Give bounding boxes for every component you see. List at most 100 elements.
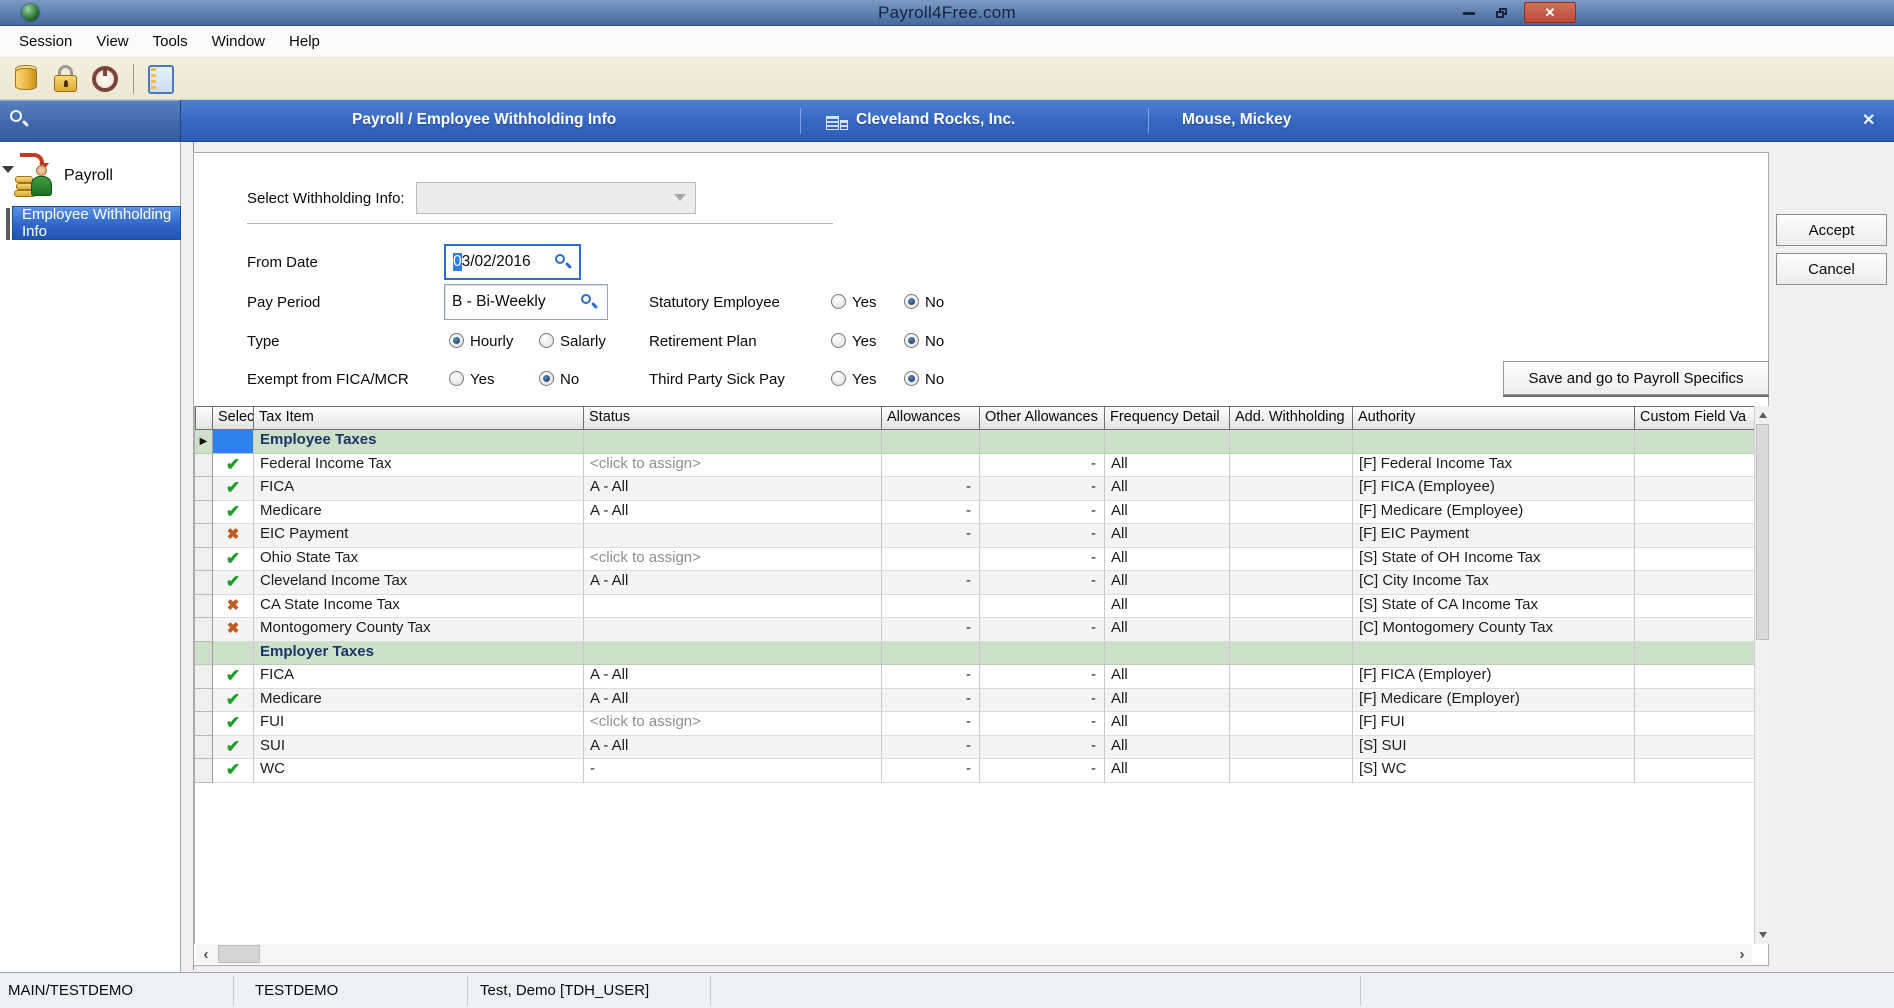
- status-cell[interactable]: [584, 524, 882, 548]
- add-withholding-cell[interactable]: [1230, 454, 1353, 478]
- status-cell[interactable]: A - All: [584, 571, 882, 595]
- other-allowances-cell[interactable]: -: [980, 571, 1105, 595]
- row-indicator-cell[interactable]: [195, 595, 213, 619]
- custom-field-cell[interactable]: [1635, 736, 1755, 760]
- add-withholding-cell[interactable]: [1230, 736, 1353, 760]
- check-icon[interactable]: ✔: [213, 454, 254, 478]
- row-indicator-cell[interactable]: [195, 477, 213, 501]
- tax-item-cell[interactable]: FICA: [254, 665, 584, 689]
- frequency-detail-cell[interactable]: All: [1105, 571, 1230, 595]
- row-indicator-cell[interactable]: [195, 501, 213, 525]
- status-cell[interactable]: <click to assign>: [584, 548, 882, 572]
- tax-row[interactable]: ✔MedicareA - All--All[F] Medicare (Emplo…: [195, 689, 1769, 713]
- frequency-detail-cell[interactable]: All: [1105, 618, 1230, 642]
- authority-cell[interactable]: [F] Medicare (Employee): [1353, 501, 1635, 525]
- row-indicator-cell[interactable]: [195, 642, 213, 666]
- select-cell[interactable]: [213, 642, 254, 666]
- frequency-detail-cell[interactable]: All: [1105, 595, 1230, 619]
- authority-cell[interactable]: [S] State of CA Income Tax: [1353, 595, 1635, 619]
- custom-field-cell[interactable]: [1635, 571, 1755, 595]
- add-withholding-cell[interactable]: [1230, 548, 1353, 572]
- authority-cell[interactable]: [F] Medicare (Employer): [1353, 689, 1635, 713]
- custom-field-cell[interactable]: [1635, 759, 1755, 783]
- status-cell[interactable]: A - All: [584, 689, 882, 713]
- scroll-down-icon[interactable]: [1755, 926, 1770, 944]
- row-indicator-cell[interactable]: [195, 454, 213, 478]
- check-icon[interactable]: ✔: [213, 477, 254, 501]
- authority-cell[interactable]: [S] WC: [1353, 759, 1635, 783]
- status-cell[interactable]: [584, 618, 882, 642]
- add-withholding-cell[interactable]: [1230, 759, 1353, 783]
- row-indicator-cell[interactable]: [195, 759, 213, 783]
- x-icon[interactable]: ✖: [213, 595, 254, 619]
- row-indicator-cell[interactable]: [195, 689, 213, 713]
- close-view-icon[interactable]: ✕: [1862, 110, 1875, 130]
- add-withholding-cell[interactable]: [1230, 595, 1353, 619]
- from-date-input[interactable]: 03/02/2016: [444, 244, 581, 280]
- custom-field-cell[interactable]: [1635, 595, 1755, 619]
- x-icon[interactable]: ✖: [213, 618, 254, 642]
- row-indicator-cell[interactable]: [195, 665, 213, 689]
- authority-cell[interactable]: [S] State of OH Income Tax: [1353, 548, 1635, 572]
- add-withholding-cell[interactable]: [1230, 618, 1353, 642]
- other-allowances-cell[interactable]: -: [980, 477, 1105, 501]
- row-indicator-cell[interactable]: [195, 736, 213, 760]
- retirement-no-radio[interactable]: [904, 333, 919, 348]
- tax-row[interactable]: ✔Ohio State Tax<click to assign>-All[S] …: [195, 548, 1769, 572]
- tax-row[interactable]: ✖EIC Payment--All[F] EIC Payment: [195, 524, 1769, 548]
- other-allowances-cell[interactable]: -: [980, 689, 1105, 713]
- tax-item-cell[interactable]: Medicare: [254, 689, 584, 713]
- add-withholding-cell[interactable]: [1230, 665, 1353, 689]
- authority-cell[interactable]: [F] FICA (Employer): [1353, 665, 1635, 689]
- custom-field-cell[interactable]: [1635, 618, 1755, 642]
- row-indicator-cell[interactable]: [195, 712, 213, 736]
- custom-field-cell[interactable]: [1635, 501, 1755, 525]
- allowances-cell[interactable]: -: [882, 689, 980, 713]
- menu-tools[interactable]: Tools: [142, 29, 199, 54]
- check-icon[interactable]: ✔: [213, 759, 254, 783]
- status-cell[interactable]: -: [584, 759, 882, 783]
- tax-item-cell[interactable]: SUI: [254, 736, 584, 760]
- allowances-cell[interactable]: -: [882, 571, 980, 595]
- tax-item-cell[interactable]: FUI: [254, 712, 584, 736]
- withholding-info-select[interactable]: [416, 182, 696, 214]
- add-withholding-cell[interactable]: [1230, 712, 1353, 736]
- check-icon[interactable]: ✔: [213, 501, 254, 525]
- statutory-no-radio[interactable]: [904, 294, 919, 309]
- tax-item-cell[interactable]: Cleveland Income Tax: [254, 571, 584, 595]
- custom-field-cell[interactable]: [1635, 689, 1755, 713]
- allowances-cell[interactable]: [882, 595, 980, 619]
- tax-row[interactable]: ✔MedicareA - All--All[F] Medicare (Emplo…: [195, 501, 1769, 525]
- add-withholding-cell[interactable]: [1230, 477, 1353, 501]
- select-cell[interactable]: [213, 430, 254, 454]
- custom-field-cell[interactable]: [1635, 524, 1755, 548]
- status-cell[interactable]: A - All: [584, 477, 882, 501]
- notes-icon[interactable]: [144, 62, 178, 96]
- status-cell[interactable]: A - All: [584, 665, 882, 689]
- allowances-cell[interactable]: -: [882, 736, 980, 760]
- status-cell[interactable]: [584, 595, 882, 619]
- scroll-up-icon[interactable]: [1755, 406, 1770, 424]
- status-cell[interactable]: <click to assign>: [584, 712, 882, 736]
- menu-help[interactable]: Help: [278, 29, 331, 54]
- sick-pay-no-radio[interactable]: [904, 371, 919, 386]
- allowances-cell[interactable]: -: [882, 618, 980, 642]
- authority-cell[interactable]: [F] EIC Payment: [1353, 524, 1635, 548]
- horizontal-scrollbar[interactable]: ‹ ›: [196, 944, 1752, 964]
- scroll-right-icon[interactable]: ›: [1732, 944, 1752, 964]
- authority-cell[interactable]: [F] FICA (Employee): [1353, 477, 1635, 501]
- sidebar-item-employee-withholding-info[interactable]: Employee Withholding Info: [12, 206, 181, 240]
- check-icon[interactable]: ✔: [213, 548, 254, 572]
- custom-field-cell[interactable]: [1635, 454, 1755, 478]
- group-row[interactable]: Employer Taxes: [195, 642, 1769, 666]
- save-go-payroll-button[interactable]: Save and go to Payroll Specifics: [1503, 361, 1769, 395]
- authority-cell[interactable]: [C] City Income Tax: [1353, 571, 1635, 595]
- type-salarly-radio[interactable]: [539, 333, 554, 348]
- tax-row[interactable]: ✔WC---All[S] WC: [195, 759, 1769, 783]
- frequency-detail-cell[interactable]: All: [1105, 501, 1230, 525]
- add-withholding-cell[interactable]: [1230, 524, 1353, 548]
- exempt-yes-radio[interactable]: [449, 371, 464, 386]
- check-icon[interactable]: ✔: [213, 736, 254, 760]
- frequency-detail-cell[interactable]: All: [1105, 454, 1230, 478]
- check-icon[interactable]: ✔: [213, 689, 254, 713]
